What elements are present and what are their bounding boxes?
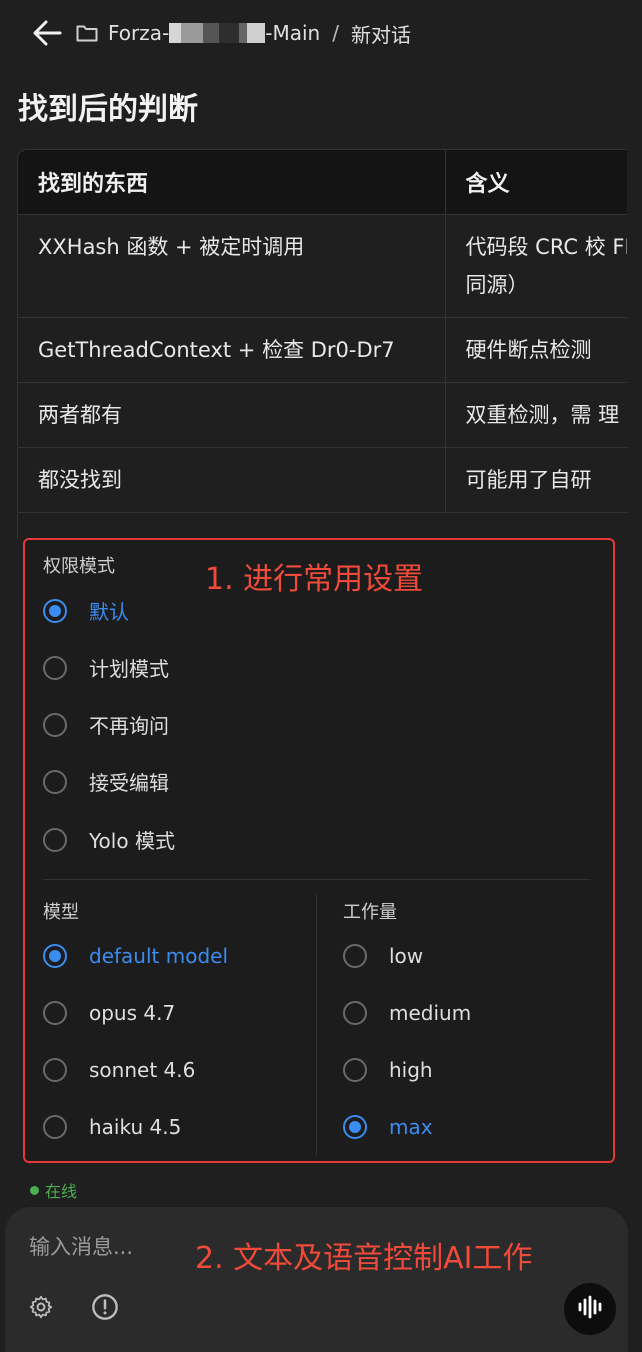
option-label: max [389, 1115, 433, 1139]
radio-icon [43, 712, 67, 737]
model-option-sonnet[interactable]: sonnet 4.6 [43, 1058, 195, 1082]
redaction-block [219, 23, 240, 43]
redaction-block [239, 23, 248, 43]
option-label: 不再询问 [89, 714, 169, 738]
sound-wave-icon [576, 1295, 604, 1323]
table-cell: XXHash 函数 + 被定时调用 [18, 214, 446, 318]
option-label: sonnet 4.6 [89, 1058, 196, 1082]
radio-icon [343, 1058, 367, 1082]
model-label: 模型 [43, 902, 79, 923]
table-cell: 都没找到 [18, 447, 446, 513]
effort-option-high[interactable]: high [343, 1058, 433, 1082]
redaction-block [181, 23, 204, 43]
divider [43, 879, 591, 880]
radio-icon [343, 944, 367, 968]
option-label: default model [89, 944, 229, 968]
radio-icon [43, 827, 67, 852]
annotation-composer: 2. 文本及语音控制AI工作 [195, 1241, 533, 1276]
radio-icon [343, 1001, 367, 1025]
option-label: opus 4.7 [89, 1001, 176, 1025]
connection-status: 在线 [30, 1178, 77, 1202]
model-option-default[interactable]: default model [43, 944, 228, 968]
option-label: medium [389, 1001, 472, 1025]
status-text: 在线 [45, 1182, 78, 1201]
permission-option-plan[interactable]: 计划模式 [43, 653, 169, 682]
option-label: 计划模式 [89, 657, 169, 681]
permission-option-accept-edits[interactable]: 接受编辑 [43, 767, 169, 796]
radio-icon [43, 1115, 67, 1139]
table-row: 都没找到 可能用了自研 [18, 447, 627, 513]
gear-icon[interactable] [26, 1292, 56, 1322]
redaction-block [247, 23, 266, 43]
section-title: 找到后的判断 [18, 92, 198, 127]
effort-option-low[interactable]: low [343, 944, 423, 968]
option-label: 默认 [89, 600, 129, 624]
table-row: GetThreadContext + 检查 Dr0-Dr7 硬件断点检测 [18, 317, 627, 383]
breadcrumb: Forza- -Main / 新对话 [76, 19, 411, 48]
permission-mode-label: 权限模式 [43, 556, 115, 577]
radio-selected-icon [343, 1115, 367, 1139]
radio-icon [43, 769, 67, 794]
folder-icon [76, 21, 100, 45]
permission-option-yolo[interactable]: Yolo 模式 [43, 825, 175, 854]
message-composer: 2. 文本及语音控制AI工作 [5, 1207, 628, 1352]
table-cell: GetThreadContext + 检查 Dr0-Dr7 [18, 317, 446, 383]
breadcrumb-project-prefix[interactable]: Forza- [108, 21, 169, 45]
header: Forza- -Main / 新对话 [0, 0, 642, 66]
back-arrow-icon[interactable] [30, 16, 64, 50]
app-root: Forza- -Main / 新对话 找到后的判断 找到的东西 含义 XXHas… [0, 0, 642, 1352]
breadcrumb-separator: / [332, 21, 339, 45]
table-row: 两者都有 双重检测，需 理 [18, 382, 627, 448]
option-label: haiku 4.5 [89, 1115, 182, 1139]
redaction-block [169, 23, 182, 43]
table-cell: 双重检测，需 理 [445, 382, 627, 448]
model-option-haiku[interactable]: haiku 4.5 [43, 1115, 181, 1139]
redaction-block [203, 23, 220, 43]
option-label: high [389, 1058, 433, 1082]
radio-selected-icon [43, 598, 67, 623]
effort-option-medium[interactable]: medium [343, 1001, 471, 1025]
radio-icon [43, 655, 67, 680]
option-label: 接受编辑 [89, 771, 169, 795]
permission-option-no-ask[interactable]: 不再询问 [43, 710, 169, 739]
divider [316, 894, 317, 1156]
effort-option-max[interactable]: max [343, 1115, 433, 1139]
table-header-cell: 找到的东西 [18, 150, 446, 215]
model-option-opus[interactable]: opus 4.7 [43, 1001, 175, 1025]
annotation-settings: 1. 进行常用设置 [205, 562, 424, 597]
permission-option-default[interactable]: 默认 [43, 596, 129, 625]
message-input[interactable] [29, 1229, 189, 1265]
breadcrumb-project-suffix[interactable]: -Main [265, 21, 320, 45]
effort-label: 工作量 [343, 902, 397, 923]
result-table: 找到的东西 含义 XXHash 函数 + 被定时调用 代码段 CRC 校 FH5… [17, 149, 627, 539]
table-header-cell: 含义 [445, 150, 627, 215]
voice-input-button[interactable] [564, 1283, 616, 1335]
table-cell: 可能用了自研 [445, 447, 627, 513]
table-row: XXHash 函数 + 被定时调用 代码段 CRC 校 FH5 同源） [18, 214, 627, 318]
table-cell: 代码段 CRC 校 FH5 同源） [445, 214, 627, 318]
table-cell: 两者都有 [18, 382, 446, 448]
option-label: Yolo 模式 [89, 829, 175, 853]
table-cell: 硬件断点检测 [445, 317, 627, 383]
radio-icon [43, 1001, 67, 1025]
alert-circle-icon[interactable] [90, 1292, 120, 1322]
settings-panel: 1. 进行常用设置 权限模式 默认 计划模式 不再询问 接受编辑 Yolo 模式… [23, 538, 615, 1163]
radio-selected-icon [43, 944, 67, 968]
table-header-row: 找到的东西 含义 [18, 150, 627, 215]
radio-icon [43, 1058, 67, 1082]
option-label: low [389, 944, 424, 968]
online-dot-icon [30, 1185, 39, 1195]
breadcrumb-current: 新对话 [350, 22, 411, 47]
